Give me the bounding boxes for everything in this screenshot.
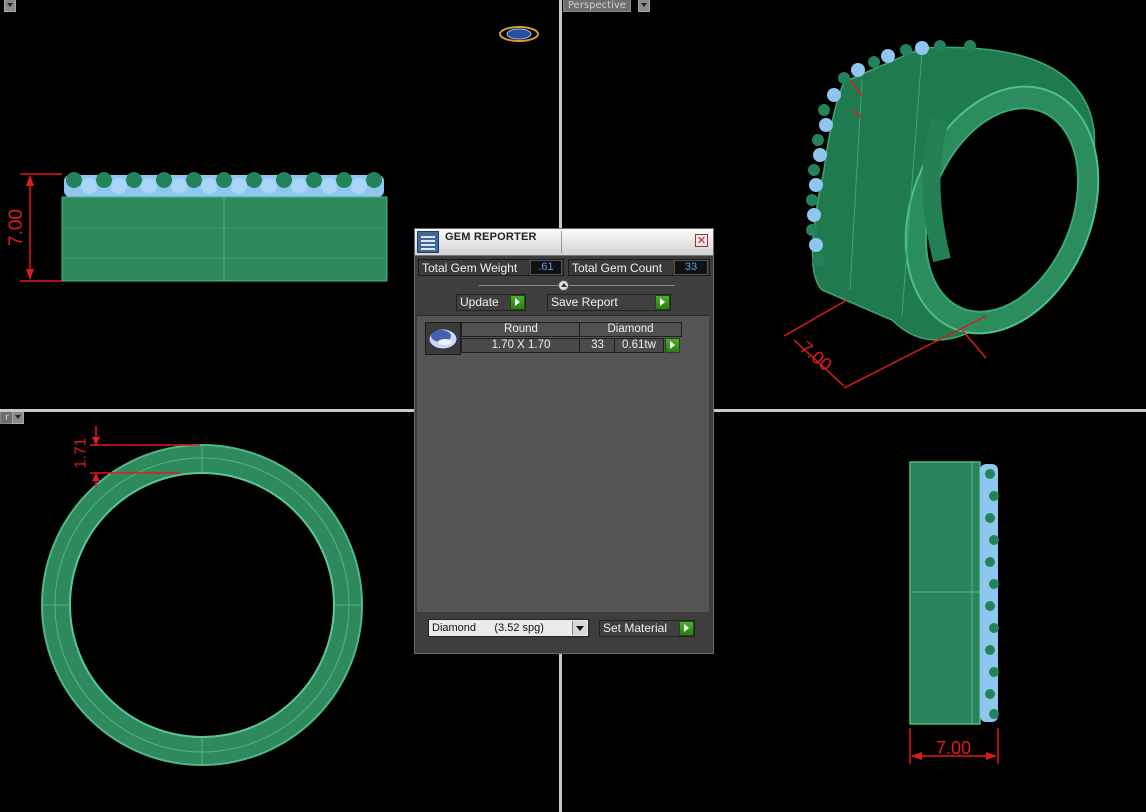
viewport-menu-dropdown[interactable] <box>12 412 24 424</box>
total-gem-weight-value: .61 <box>530 260 562 275</box>
set-material-go-icon[interactable] <box>679 621 694 636</box>
band-side <box>909 461 999 725</box>
collapse-divider <box>479 285 675 286</box>
total-gem-count-value: 33 <box>674 260 708 275</box>
material-select-value: Diamond (3.52 spg) <box>432 622 544 634</box>
update-go-icon[interactable] <box>510 295 525 310</box>
gem-list[interactable]: Round Diamond 1.70 X 1.70 33 0.61tw <box>417 315 709 612</box>
gem-material-cell: Diamond <box>579 322 682 337</box>
save-report-go-icon[interactable] <box>655 295 670 310</box>
material-select[interactable]: Diamond (3.52 spg) <box>428 619 589 637</box>
viewport-label-perspective[interactable]: Perspective <box>563 0 631 12</box>
gem-weight-cell: 0.61tw <box>614 338 664 353</box>
gem-row-front <box>64 172 384 197</box>
gem-count-cell: 33 <box>579 338 616 353</box>
dimension-front-height-label: 7.00 <box>6 209 27 246</box>
titlebar-separator <box>561 231 562 253</box>
gem-row-go-icon[interactable] <box>665 338 680 353</box>
round-gem-icon <box>425 322 461 355</box>
band-top <box>41 444 363 766</box>
viewport-menu-dropdown[interactable] <box>638 0 650 12</box>
gem-reporter-panel: GEM REPORTER ✕ Total Gem Weight .61 Tota… <box>414 228 714 654</box>
viewport-menu-dropdown[interactable] <box>4 0 16 12</box>
gem-reporter-titlebar[interactable]: GEM REPORTER ✕ <box>415 229 713 256</box>
chevron-down-icon[interactable] <box>572 621 587 635</box>
save-report-button-label: Save Report <box>551 295 618 309</box>
gem-shape-cell: Round <box>461 322 581 337</box>
close-button[interactable]: ✕ <box>695 234 708 247</box>
gem-reporter-icon <box>417 231 439 253</box>
save-report-button[interactable]: Save Report <box>547 294 671 311</box>
collapse-toggle-icon[interactable] <box>558 280 569 291</box>
set-material-button-label: Set Material <box>603 621 668 635</box>
gem-size-cell: 1.70 X 1.70 <box>461 338 581 353</box>
ring-preview-icon[interactable] <box>498 24 540 44</box>
update-button-label: Update <box>460 295 499 309</box>
dimension-side-width-label: 7.00 <box>936 738 972 758</box>
gem-reporter-title: GEM REPORTER <box>445 231 537 243</box>
dimension-top-thickness-label: 1.71 <box>72 437 90 469</box>
band-perspective <box>806 40 1100 341</box>
